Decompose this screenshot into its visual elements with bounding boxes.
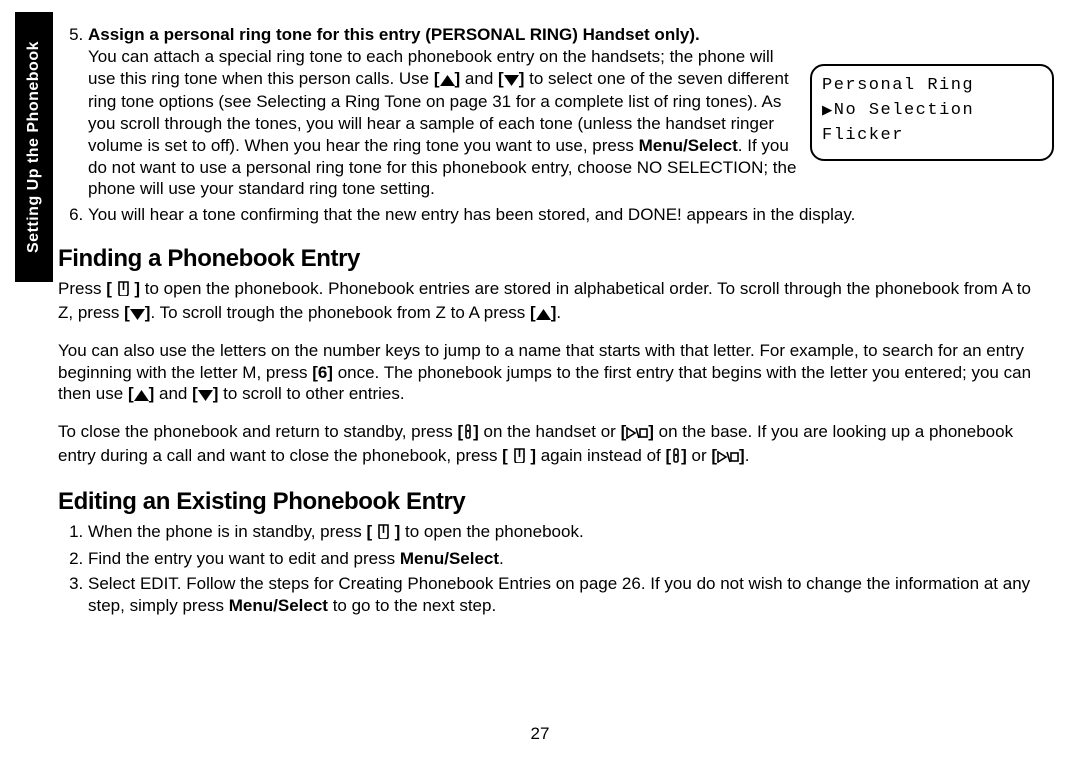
cursor-icon: ▶ [822,100,834,125]
bracket-close-2: ] [519,69,525,88]
menu-select-3: Menu/Select [229,596,328,615]
editing-steps: When the phone is in standby, press [ ] … [58,521,1050,616]
key-6: [6] [312,363,333,382]
play-stop-icon [626,423,648,445]
down-arrow-icon [198,385,213,407]
step-5-body-b: and [465,69,498,88]
play-stop-icon [717,447,739,469]
lcd-screen: Personal Ring ▶No Selection Flicker [810,64,1054,161]
phonebook-icon [513,447,526,469]
up-arrow-icon [536,304,551,326]
steps-list: Assign a personal ring tone for this ent… [58,24,1050,226]
up-arrow-icon [440,70,455,92]
phonebook-icon [377,523,390,545]
menu-select-2: Menu/Select [400,549,499,568]
finding-p2: You can also use the letters on the numb… [58,340,1050,407]
page-content: Assign a personal ring tone for this ent… [58,24,1050,619]
editing-heading: Editing an Existing Phonebook Entry [58,487,1050,518]
section-tab-label: Setting Up the Phonebook [24,41,44,253]
step-5: Assign a personal ring tone for this ent… [88,24,1050,200]
editing-step-3: Select EDIT. Follow the steps for Creati… [88,573,1050,617]
lcd-line-3: Flicker [822,124,1042,149]
finding-heading: Finding a Phonebook Entry [58,244,1050,275]
bracket-close-1: ] [455,69,461,88]
up-arrow-icon [134,385,149,407]
lcd-line-1: Personal Ring [822,74,1042,99]
end-handset-icon [671,447,681,469]
page-number: 27 [0,723,1080,745]
editing-step-2: Find the entry you want to edit and pres… [88,548,1050,570]
editing-step-1: When the phone is in standby, press [ ] … [88,521,1050,545]
step-5-heading: Assign a personal ring tone for this ent… [88,25,700,44]
finding-p3: To close the phonebook and return to sta… [58,421,1050,469]
down-arrow-icon [130,304,145,326]
down-arrow-icon [504,70,519,92]
end-handset-icon [463,423,473,445]
step-6-text: You will hear a tone confirming that the… [88,205,855,224]
step-6: You will hear a tone confirming that the… [88,204,1050,226]
finding-p1: Press [ ] to open the phonebook. Phonebo… [58,278,1050,326]
manual-page: Setting Up the Phonebook Assign a person… [0,0,1080,759]
section-tab: Setting Up the Phonebook [15,12,53,282]
lcd-line-2: ▶No Selection [822,99,1042,125]
menu-select-1: Menu/Select [639,136,738,155]
phonebook-icon [117,280,130,302]
